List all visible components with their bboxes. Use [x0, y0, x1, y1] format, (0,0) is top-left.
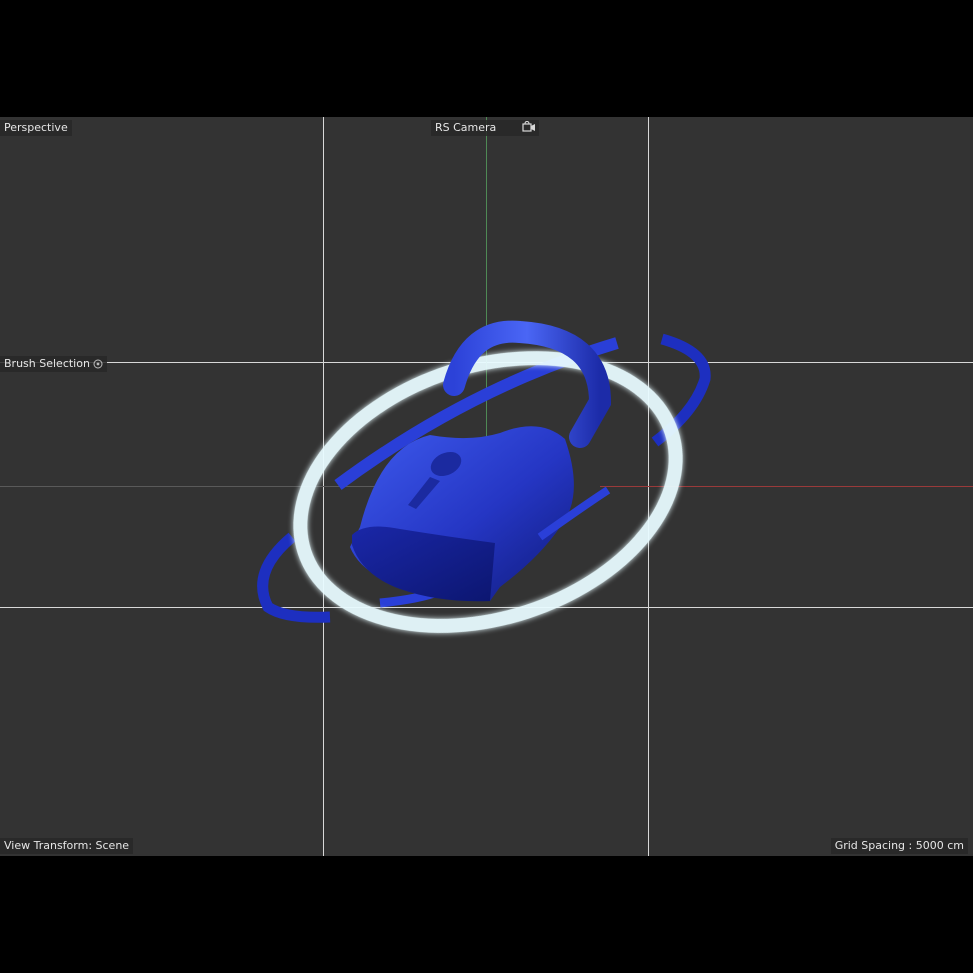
view-name-label[interactable]: Perspective: [0, 120, 72, 136]
grid-spacing-label: Grid Spacing : 5000 cm: [830, 838, 968, 854]
camera-lock-icon[interactable]: [522, 121, 536, 133]
brush-settings-icon[interactable]: [93, 359, 103, 369]
view-transform-label: View Transform: Scene: [0, 838, 134, 854]
top-letterbox: [0, 0, 973, 117]
bottom-letterbox: [0, 856, 973, 973]
brush-selection-text: Brush Selection: [4, 357, 90, 370]
app-window: Perspective RS Camera Brush Selection Vi…: [0, 0, 973, 973]
brush-selection-label[interactable]: Brush Selection: [0, 356, 107, 372]
padlock-shackle: [443, 320, 612, 448]
padlock-render[interactable]: [0, 117, 973, 856]
3d-viewport[interactable]: Perspective RS Camera Brush Selection Vi…: [0, 117, 973, 856]
